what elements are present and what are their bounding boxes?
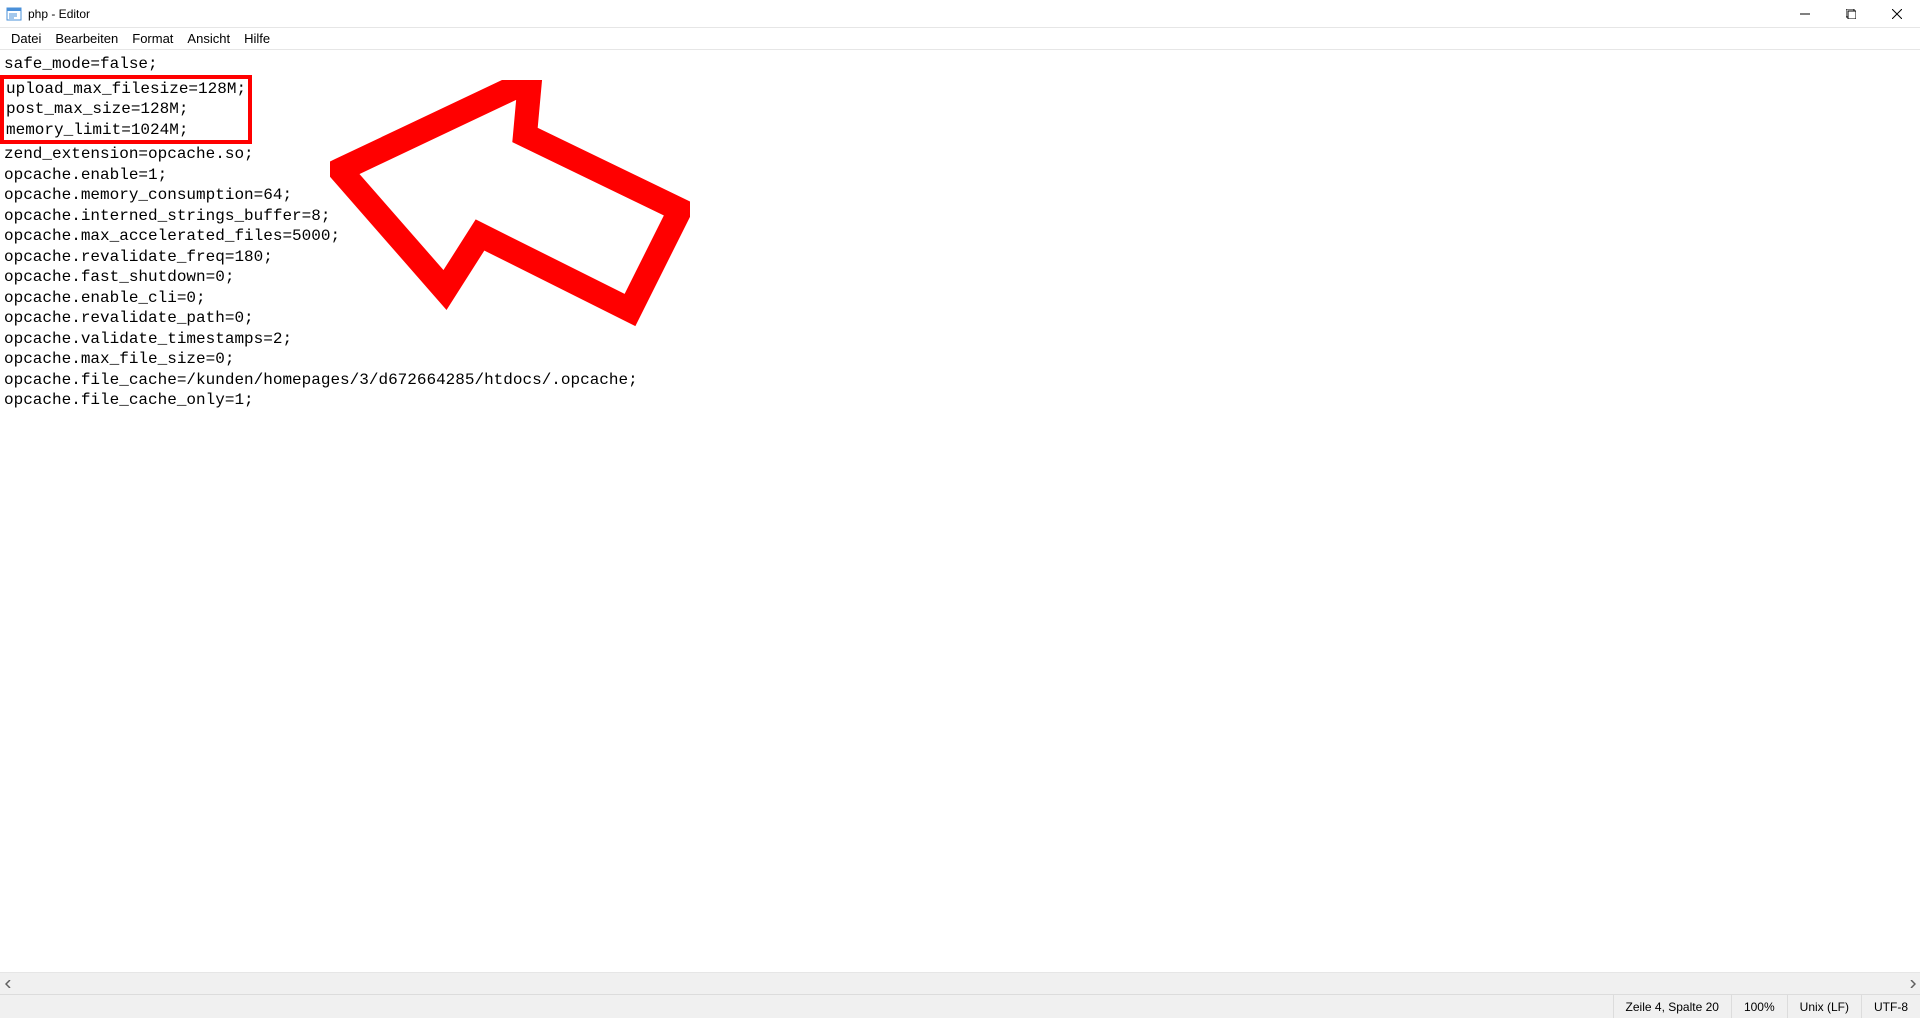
status-position: Zeile 4, Spalte 20 [1613,995,1731,1018]
statusbar: Zeile 4, Spalte 20 100% Unix (LF) UTF-8 [0,994,1920,1018]
menu-ansicht[interactable]: Ansicht [180,29,237,48]
maximize-button[interactable] [1828,0,1874,28]
status-zoom: 100% [1731,995,1787,1018]
window-title: php - Editor [28,7,90,21]
titlebar: php - Editor [0,0,1920,28]
editor-area: safe_mode=false; upload_max_filesize=128… [0,50,1920,994]
horizontal-scrollbar[interactable] [0,972,1920,994]
menu-bearbeiten[interactable]: Bearbeiten [48,29,125,48]
scroll-right-icon[interactable] [1903,975,1920,992]
app-icon [6,6,22,22]
minimize-button[interactable] [1782,0,1828,28]
editor-text-after: zend_extension=opcache.so; opcache.enabl… [4,145,638,409]
app-window: php - Editor Datei Bearbeiten Format Ans… [0,0,1920,1018]
menu-datei[interactable]: Datei [4,29,48,48]
scroll-left-icon[interactable] [0,975,17,992]
status-line-ending: Unix (LF) [1787,995,1861,1018]
menubar: Datei Bearbeiten Format Ansicht Hilfe [0,28,1920,50]
menu-format[interactable]: Format [125,29,180,48]
close-button[interactable] [1874,0,1920,28]
status-encoding: UTF-8 [1861,995,1920,1018]
editor-text-before: safe_mode=false; [4,55,158,73]
menu-hilfe[interactable]: Hilfe [237,29,277,48]
text-editor[interactable]: safe_mode=false; upload_max_filesize=128… [0,50,1920,972]
highlighted-lines: upload_max_filesize=128M; post_max_size=… [0,75,252,145]
